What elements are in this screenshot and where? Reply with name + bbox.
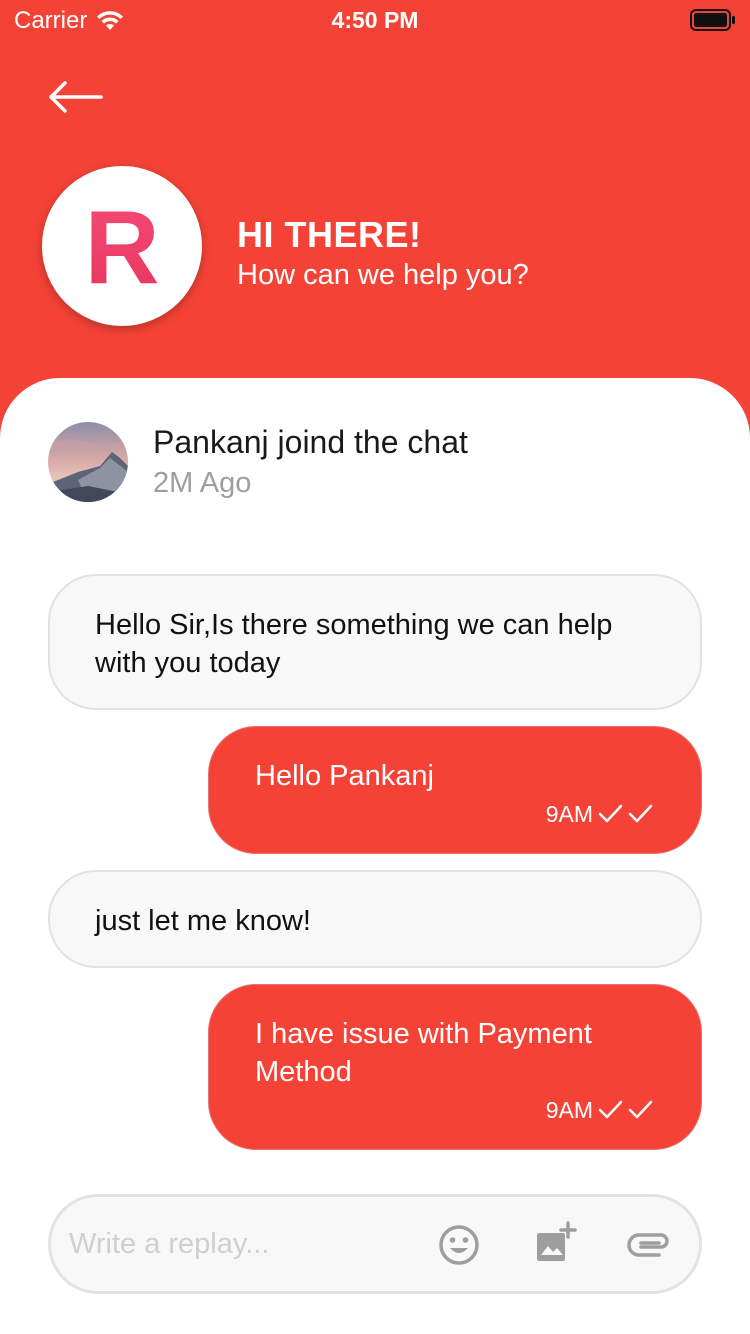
emoji-icon[interactable] bbox=[437, 1223, 481, 1267]
status-time: 4:50 PM bbox=[331, 7, 419, 33]
join-title: Pankanj joind the chat bbox=[153, 424, 468, 460]
message-text: just let me know! bbox=[95, 905, 311, 937]
join-time: 2M Ago bbox=[153, 467, 252, 499]
greeting-title: HI THERE! bbox=[237, 214, 422, 255]
message-time: 9AM bbox=[545, 801, 593, 827]
message-time: 9AM bbox=[545, 1097, 593, 1123]
message-text: I have issue with Payment Method bbox=[255, 1018, 592, 1088]
avatar-image bbox=[48, 422, 128, 502]
message-incoming: just let me know! bbox=[48, 870, 702, 968]
avatar bbox=[48, 422, 128, 502]
arrow-left-icon bbox=[49, 81, 103, 113]
back-button[interactable] bbox=[40, 72, 110, 122]
reply-input[interactable] bbox=[69, 1219, 409, 1269]
message-outgoing: Hello Pankanj 9AM bbox=[208, 726, 702, 854]
message-meta: 9AM bbox=[546, 1091, 655, 1129]
greeting-subtitle: How can we help you? bbox=[237, 259, 529, 291]
reply-composer bbox=[48, 1194, 702, 1294]
attachment-icon[interactable] bbox=[627, 1223, 671, 1267]
message-meta: 9AM bbox=[546, 795, 655, 833]
logo-letter: R bbox=[84, 190, 160, 306]
brand-logo: R bbox=[42, 166, 202, 326]
message-incoming: Hello Sir,Is there something we can help… bbox=[48, 574, 702, 710]
status-bar: Carrier 4:50 PM bbox=[0, 0, 750, 40]
add-photo-icon[interactable] bbox=[533, 1221, 577, 1265]
chat-panel bbox=[0, 378, 750, 1334]
message-text: Hello Pankanj bbox=[255, 760, 434, 792]
double-check-icon bbox=[598, 1100, 653, 1119]
double-check-icon bbox=[598, 804, 653, 823]
battery-icon bbox=[690, 9, 735, 31]
message-outgoing: I have issue with Payment Method 9AM bbox=[208, 984, 702, 1150]
message-text: Hello Sir,Is there something we can help… bbox=[95, 609, 613, 679]
